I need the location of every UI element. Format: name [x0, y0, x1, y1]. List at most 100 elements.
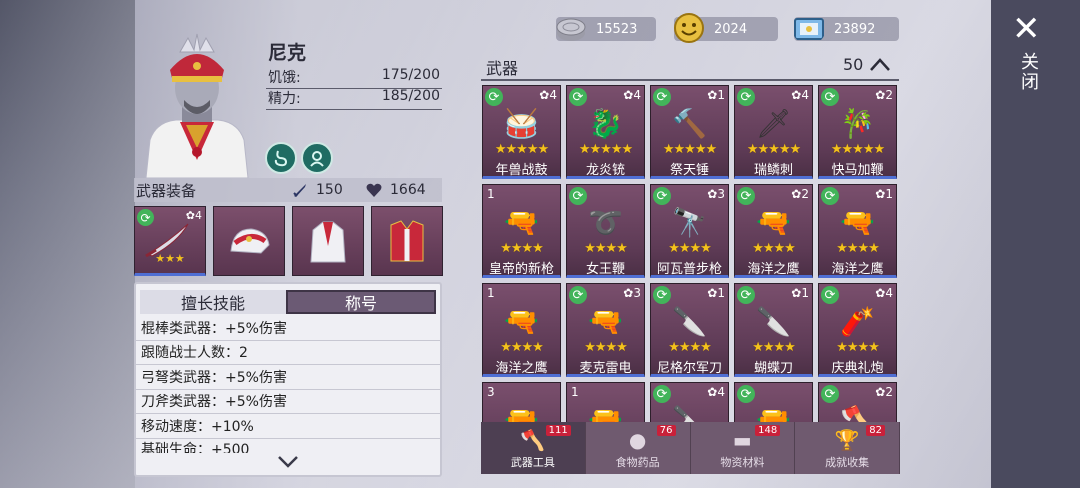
chevron-down-icon[interactable]	[276, 450, 300, 474]
tab-materials[interactable]: 148 ▬ 物资材料	[690, 422, 796, 474]
weapon-name: 皇帝的新枪	[488, 262, 554, 277]
weapon-image: 🔪	[672, 304, 707, 338]
mood-status-icon[interactable]	[301, 142, 333, 174]
ticket-amount: 23892	[834, 21, 876, 37]
weapon-level: ✿4	[875, 286, 893, 300]
close-icon[interactable]: ✕	[1012, 12, 1041, 46]
weapon-card[interactable]: ⟳ ✿4 🥁 ★★★★★ 年兽战鼓	[482, 85, 561, 179]
weapons-count-value: 50	[843, 55, 864, 74]
weapon-image: 🔫	[588, 403, 623, 423]
weapon-stars: ★★★★★	[830, 142, 885, 157]
tab-weapons-tools[interactable]: 111 🪓 武器工具	[481, 422, 586, 474]
weapon-card[interactable]: ⟳ ✿1 🔨 ★★★★★ 祭天锤	[650, 85, 729, 179]
weapon-grid: ⟳ ✿4 🥁 ★★★★★ 年兽战鼓 ⟳ ✿4 🐉 ★★★★★ 龙炎铳 ⟳ ✿1 🔨 ★★★★★ 祭天锤 ⟳ ✿4…	[481, 84, 899, 422]
character-name: 尼克	[268, 42, 307, 64]
ticket-currency: 23892	[794, 17, 899, 41]
inventory-tabs: 111 🪓 武器工具 76 ● 食物药品 148 ▬ 物资材料 82 🏆 成就收…	[481, 422, 900, 474]
weapon-card[interactable]: ⟳ ✿2 🎋 ★★★★★ 快马加鞭	[818, 85, 897, 179]
weapon-card[interactable]: ⟳ ✿2 🔫 ★★★★ 海洋之鹰	[734, 184, 813, 278]
weapon-image: 🔫	[756, 403, 791, 423]
stomach-status-icon[interactable]	[265, 142, 297, 174]
gold-currency: 2024	[674, 13, 778, 43]
accessory-slot[interactable]	[371, 206, 443, 276]
silver-amount: 15523	[596, 21, 638, 37]
armor-slot[interactable]	[292, 206, 364, 276]
tab-food-medicine[interactable]: 76 ● 食物药品	[585, 422, 691, 474]
tab-title[interactable]: 称号	[286, 290, 436, 314]
weapon-level: ✿1	[791, 286, 809, 300]
skill-line: 棍棒类武器：+5%伤害	[136, 316, 440, 341]
weapons-badge: 111	[545, 425, 571, 436]
weapon-image: 🔫	[840, 205, 875, 239]
weapon-card[interactable]: ⟳ ➰ ★★★★ 女王鞭	[566, 184, 645, 278]
weapon-card[interactable]: ⟳ ✿3 🔫 ★★★★ 麦克雷电	[566, 283, 645, 377]
chevron-up-icon	[870, 57, 891, 71]
weapon-level: 1	[487, 187, 495, 201]
weapon-stars: ★★★★★	[662, 142, 717, 157]
weapon-card[interactable]: ⟳ 🔫	[734, 382, 813, 422]
weapon-stars: ★★★★	[500, 340, 544, 355]
weapon-card[interactable]: ⟳ ✿4 🐉 ★★★★★ 龙炎铳	[566, 85, 645, 179]
weapon-card[interactable]: ⟳ ✿1 🔪 ★★★★ 蝴蝶刀	[734, 283, 813, 377]
material-badge: 148	[755, 425, 781, 436]
skill-line: 移动速度：+10%	[136, 414, 440, 439]
gold-smiley-coin-icon	[674, 13, 704, 43]
weapon-stars: ★★★★	[752, 340, 796, 355]
hunger-row: 饥饿: 175/200	[266, 67, 442, 89]
tab-skills[interactable]: 擅长技能	[140, 290, 286, 314]
food-badge: 76	[656, 425, 676, 436]
weapon-card[interactable]: 3 🔫	[482, 382, 561, 422]
stamina-value: 185/200	[381, 88, 440, 104]
weapon-card[interactable]: ⟳ ✿4 🗡 ★★★★★ 瑞鳞刺	[734, 85, 813, 179]
weapon-card[interactable]: ⟳ ✿1 🔫 ★★★★ 海洋之鹰	[818, 184, 897, 278]
hunger-label: 饥饿:	[268, 70, 301, 86]
weapon-card[interactable]: 1 🔫 ★★★★ 皇帝的新枪	[482, 184, 561, 278]
weapon-slot[interactable]: ⟳ ✿4 ★★★	[134, 206, 206, 276]
weapon-image: 🔪	[672, 403, 707, 423]
skill-line: 跟随战士人数：2	[136, 341, 440, 365]
weapon-stars: ★★★★	[584, 340, 628, 355]
weapon-card[interactable]: ⟳ ✿4 🔪	[650, 382, 729, 422]
vest-icon	[390, 220, 424, 262]
tab-achievements[interactable]: 82 🏆 成就收集	[795, 422, 900, 474]
weapon-name: 庆典礼炮	[831, 361, 884, 376]
weapon-card[interactable]: ⟳ ✿1 🔪 ★★★★ 尼格尔军刀	[650, 283, 729, 377]
weapon-card[interactable]: 1 🔫	[566, 382, 645, 422]
health-value: 1664	[390, 182, 426, 198]
weapon-slot-stars: ★★★	[155, 252, 185, 265]
weapon-card[interactable]: 1 🔫 ★★★★ 海洋之鹰	[482, 283, 561, 377]
weapons-divider	[481, 79, 899, 81]
helmet-slot[interactable]	[213, 206, 285, 276]
tab-weapons-label: 武器工具	[510, 456, 555, 469]
hunger-value: 175/200	[381, 67, 440, 83]
weapon-level: ✿1	[707, 286, 725, 300]
silver-coin-icon	[556, 18, 586, 41]
weapon-level: 1	[487, 286, 495, 300]
weapon-image: 🥁	[504, 106, 539, 140]
weapon-image: 🐉	[588, 106, 623, 140]
weapon-image: 🪓	[840, 403, 875, 423]
weapon-card[interactable]: ⟳ ✿3 🔭 ★★★★ 阿瓦普步枪	[650, 184, 729, 278]
weapon-name: 尼格尔军刀	[656, 361, 722, 376]
close-label[interactable]: 关闭	[1015, 52, 1041, 92]
stamina-row: 精力: 185/200	[266, 88, 442, 110]
ticket-icon	[794, 18, 824, 40]
attack-value: 150	[316, 182, 343, 198]
weapon-image: 🧨	[840, 304, 875, 338]
weapon-image: 🔫	[504, 403, 539, 423]
weapon-image: 🔫	[504, 205, 539, 239]
weapon-stars: ★★★★	[668, 241, 712, 256]
tab-material-label: 物资材料	[720, 456, 765, 469]
weapon-stars: ★★★★★	[746, 142, 801, 157]
weapons-count[interactable]: 50	[843, 55, 891, 74]
weapon-level: ✿3	[623, 286, 641, 300]
weapon-stars: ★★★★	[668, 340, 712, 355]
weapon-level: ✿4	[623, 88, 641, 102]
weapon-level: ✿4	[707, 385, 725, 399]
weapon-image: ➰	[588, 205, 623, 239]
weapon-card[interactable]: ⟳ ✿4 🧨 ★★★★ 庆典礼炮	[818, 283, 897, 377]
skill-line: 刀斧类武器：+5%伤害	[136, 390, 440, 414]
weapon-image: 🔫	[756, 205, 791, 239]
tab-food-label: 食物药品	[615, 456, 660, 469]
weapon-card[interactable]: ⟳ ✿2 🪓	[818, 382, 897, 422]
